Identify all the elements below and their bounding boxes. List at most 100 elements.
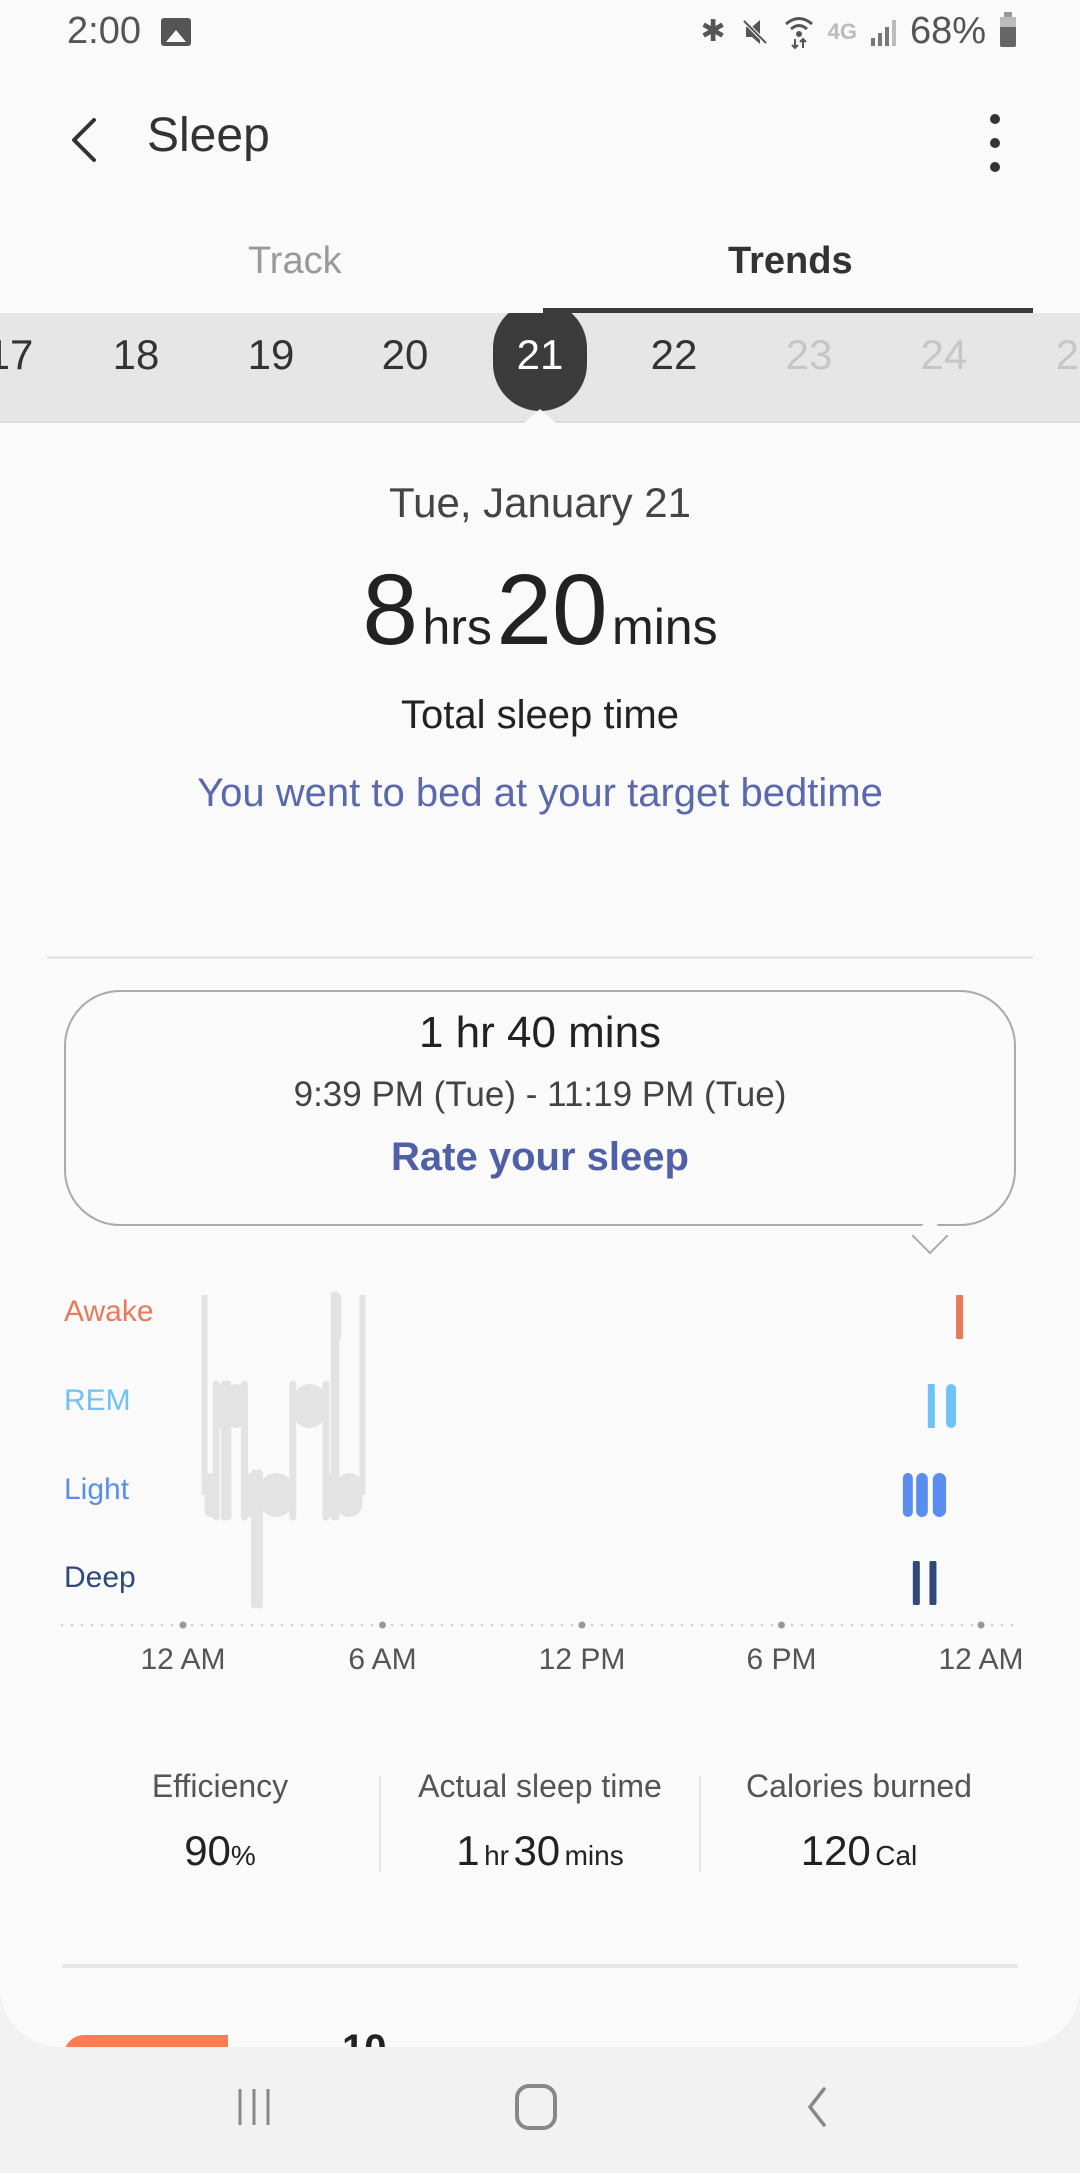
home-button[interactable]	[496, 2077, 576, 2137]
axis-dot	[480, 1623, 484, 1627]
stage-segment-light	[335, 1473, 363, 1517]
stage-segment-deep	[254, 1561, 262, 1605]
stage-segment-light	[325, 1473, 335, 1517]
stage-segment-rem	[946, 1384, 957, 1428]
more-vert-icon	[990, 114, 1000, 124]
stat-efficiency: Efficiency 90%	[55, 1768, 385, 1875]
day-item[interactable]: 17	[0, 331, 55, 379]
day-item[interactable]: 18	[91, 331, 181, 379]
x-tick-label: 6 AM	[348, 1643, 416, 1673]
sleep-stage-chart[interactable]: Awake REM Light Deep 12 AM 6 AM 12 PM 6 PM 1…	[0, 1253, 1080, 1673]
axis-dot	[670, 1623, 674, 1627]
divider	[47, 956, 1033, 959]
day-item[interactable]: 20	[360, 331, 450, 379]
selected-sleep-session[interactable]	[899, 1291, 964, 1609]
axis-dot	[830, 1623, 834, 1627]
recents-button[interactable]	[214, 2077, 294, 2137]
axis-dot	[120, 1623, 124, 1627]
x-tick-label: 12 AM	[140, 1643, 225, 1673]
x-tick	[778, 1621, 785, 1629]
stat-value: 1 hr 30 mins	[375, 1827, 705, 1875]
axis-dot	[650, 1623, 654, 1627]
date-strip[interactable]: 17 18 19 20 21 22 23 24 25	[0, 313, 1080, 423]
wifi-icon	[784, 16, 813, 49]
selected-date: Tue, January 21	[389, 479, 691, 526]
rate-sleep-link[interactable]: Rate your sleep	[0, 1135, 1080, 1180]
more-options-button[interactable]	[975, 108, 1015, 178]
axis-dot	[990, 1623, 994, 1627]
sleep-stats-row: Efficiency 90% Actual sleep time 1 hr 30…	[0, 1768, 1080, 1888]
x-axis: 12 AM 6 AM 12 PM 6 PM 12 AM	[60, 1621, 1024, 1673]
nav-back-button[interactable]	[777, 2077, 857, 2137]
axis-dot	[880, 1623, 884, 1627]
bluetooth-icon: ✱	[700, 15, 726, 48]
back-button[interactable]	[60, 110, 110, 170]
status-time: 2:00	[67, 10, 141, 52]
day-item[interactable]: 22	[629, 331, 719, 379]
total-sleep-value: 8 hrs 20 mins	[0, 553, 1080, 668]
axis-dot	[170, 1623, 174, 1627]
stage-segment-light	[224, 1473, 232, 1517]
axis-dot	[240, 1623, 244, 1627]
axis-dot	[600, 1623, 604, 1627]
signal-icon	[870, 18, 896, 46]
axis-dot	[590, 1623, 594, 1627]
stage-segment-rem	[927, 1384, 935, 1428]
actual-hours: 1	[456, 1827, 480, 1874]
nav-back-icon	[807, 2087, 826, 2127]
axis-dot	[230, 1623, 234, 1627]
axis-dot	[570, 1623, 574, 1627]
axis-dot	[440, 1623, 444, 1627]
day-item-future: 25	[1055, 331, 1080, 378]
axis-dot	[400, 1623, 404, 1627]
total-minutes: 20	[496, 554, 608, 666]
day-item-future: 23	[785, 331, 833, 378]
axis-dot	[200, 1623, 204, 1627]
axis-dot	[540, 1623, 544, 1627]
segment-time-range: 9:39 PM (Tue) - 11:19 PM (Tue)	[293, 1075, 787, 1114]
axis-dot	[720, 1623, 724, 1627]
axis-dot	[270, 1623, 274, 1627]
x-tick	[977, 1621, 985, 1629]
axis-dot	[310, 1623, 314, 1627]
axis-dot	[130, 1623, 134, 1627]
axis-dot	[190, 1623, 194, 1627]
total-sleep-label: Total sleep time	[401, 693, 679, 737]
day-item-selected[interactable]: 21	[495, 331, 585, 379]
system-nav-bar	[0, 2047, 1080, 2173]
axis-dot	[420, 1623, 424, 1627]
sleep-detail-card: Tue, January 21 8 hrs 20 mins Total slee…	[0, 423, 1080, 2047]
axis-dot	[450, 1623, 454, 1627]
axis-dot	[470, 1623, 474, 1627]
day-item[interactable]: 19	[226, 331, 316, 379]
axis-dot	[690, 1623, 694, 1627]
axis-dot	[260, 1623, 264, 1627]
stat-label: Efficiency	[151, 1768, 289, 1804]
axis-dot	[560, 1623, 564, 1627]
tab-track[interactable]: Track	[248, 240, 342, 283]
axis-dot	[820, 1623, 824, 1627]
stage-segment-awake	[334, 1295, 342, 1339]
axis-dot	[800, 1623, 804, 1627]
axis-dot	[510, 1623, 514, 1627]
stage-segment-light	[916, 1473, 928, 1517]
axis-dot	[640, 1623, 644, 1627]
axis-dot	[660, 1623, 664, 1627]
stat-label: Actual sleep time	[418, 1768, 662, 1804]
axis-dot	[530, 1623, 534, 1627]
stat-calories: Calories burned 120 Cal	[694, 1768, 1024, 1875]
axis-dot	[340, 1623, 344, 1627]
gallery-icon	[161, 18, 191, 46]
axis-dot	[750, 1623, 754, 1627]
tab-trends[interactable]: Trends	[728, 240, 853, 283]
bedtime-message: You went to bed at your target bedtime	[197, 771, 883, 815]
axis-dot	[500, 1623, 504, 1627]
axis-dot	[870, 1623, 874, 1627]
stat-actual-sleep: Actual sleep time 1 hr 30 mins	[375, 1768, 705, 1875]
stage-segment-rem	[292, 1384, 326, 1428]
stage-segment-light	[244, 1473, 255, 1517]
axis-dot	[960, 1623, 964, 1627]
x-tick-label: 12 AM	[938, 1643, 1023, 1673]
axis-dot	[810, 1623, 814, 1627]
stage-segment-deep	[929, 1561, 937, 1605]
